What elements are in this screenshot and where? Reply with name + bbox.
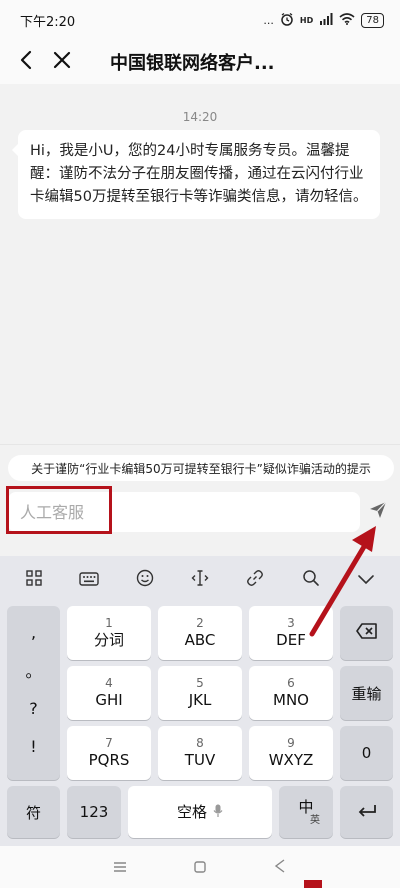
send-button[interactable] xyxy=(366,500,390,524)
menu-icon xyxy=(113,858,127,877)
close-button[interactable] xyxy=(44,40,80,84)
key-5[interactable]: 5 JKL xyxy=(158,666,242,720)
punct-comma[interactable]: , xyxy=(7,614,60,650)
cursor-move-icon xyxy=(191,569,209,591)
key-label: DEF xyxy=(276,631,306,649)
send-icon xyxy=(368,500,388,524)
emoji-button[interactable] xyxy=(130,565,160,595)
message-input[interactable] xyxy=(8,492,360,532)
status-bar: 下午2:20 ... HD 78 xyxy=(0,0,400,40)
key-label: GHI xyxy=(95,691,123,709)
key-number: 6 xyxy=(287,676,295,690)
network-icon xyxy=(319,12,333,28)
back-nav-button[interactable] xyxy=(265,852,295,882)
space-key[interactable]: 空格 xyxy=(128,786,272,838)
punct-exclaim[interactable]: ! xyxy=(7,728,60,764)
enter-key[interactable] xyxy=(340,786,393,838)
key-1[interactable]: 1 分词 xyxy=(67,606,151,660)
key-label: TUV xyxy=(184,751,216,769)
language-switch-key[interactable]: 中 英 xyxy=(279,786,333,838)
chevron-down-icon xyxy=(357,571,375,590)
key-number: 3 xyxy=(287,616,295,630)
cursor-button[interactable] xyxy=(185,565,215,595)
reenter-key[interactable]: 重输 xyxy=(340,666,393,720)
key-4[interactable]: 4 GHI xyxy=(67,666,151,720)
numbers-key[interactable]: 123 xyxy=(67,786,121,838)
key-7[interactable]: 7 PQRS xyxy=(67,726,151,780)
symbol-key[interactable]: 符 xyxy=(7,786,60,838)
fraud-notice-link[interactable]: 关于谨防“行业卡编辑50万可提转至银行卡”疑似诈骗活动的提示 xyxy=(8,455,394,481)
key-label: WXYZ xyxy=(268,751,314,769)
key-number: 8 xyxy=(196,736,204,750)
link-icon xyxy=(246,569,264,591)
lang-sub-label: 英 xyxy=(310,815,320,826)
key-number: 2 xyxy=(196,616,204,630)
collapse-keyboard-button[interactable] xyxy=(351,565,381,595)
message-input-box xyxy=(8,492,360,532)
key-label: JKL xyxy=(188,691,212,709)
home-nav-button[interactable] xyxy=(185,852,215,882)
punct-period[interactable]: 。 xyxy=(7,652,60,688)
key-label: MNO xyxy=(273,691,309,709)
status-icons: ... HD 78 xyxy=(263,12,384,29)
notice-strip: 关于谨防“行业卡编辑50万可提转至银行卡”疑似诈骗活动的提示 xyxy=(0,444,400,486)
grid-menu-button[interactable] xyxy=(19,565,49,595)
backspace-icon xyxy=(355,623,378,643)
nav-bar: 中国银联网络客户... xyxy=(0,40,400,84)
punct-question[interactable]: ? xyxy=(7,690,60,726)
chevron-left-icon xyxy=(18,50,34,74)
triangle-back-icon xyxy=(274,858,286,877)
search-icon xyxy=(302,569,320,591)
wifi-icon xyxy=(339,12,355,28)
system-nav-bar xyxy=(0,846,400,888)
key-number: 7 xyxy=(105,736,113,750)
microphone-icon xyxy=(213,803,223,822)
key-6[interactable]: 6 MNO xyxy=(249,666,333,720)
zero-key[interactable]: 0 xyxy=(340,726,393,780)
key-2[interactable]: 2 ABC xyxy=(158,606,242,660)
key-label: PQRS xyxy=(88,751,130,769)
back-button[interactable] xyxy=(8,40,44,84)
battery-level: 78 xyxy=(361,12,384,28)
key-label: ABC xyxy=(184,631,216,649)
chat-timestamp: 14:20 xyxy=(182,110,218,124)
key-label: 分词 xyxy=(93,631,124,649)
backspace-key[interactable] xyxy=(340,606,393,660)
grid-icon xyxy=(26,570,42,590)
key-3[interactable]: 3 DEF xyxy=(249,606,333,660)
square-icon xyxy=(194,858,206,877)
keyboard-icon xyxy=(79,571,99,590)
punctuation-column: , 。 ? ! xyxy=(7,606,60,780)
chat-area: 14:20 Hi，我是小U，您的24小时专属服务专员。温馨提醒：谨防不法分子在朋… xyxy=(0,84,400,444)
keyboard-layout-button[interactable] xyxy=(74,565,104,595)
signal-dots: ... xyxy=(263,13,274,27)
alarm-icon xyxy=(280,12,294,29)
key-9[interactable]: 9 WXYZ xyxy=(249,726,333,780)
clipboard-button[interactable] xyxy=(240,565,270,595)
menu-nav-button[interactable] xyxy=(105,852,135,882)
key-8[interactable]: 8 TUV xyxy=(158,726,242,780)
page-title: 中国银联网络客户... xyxy=(110,53,275,74)
message-bubble: Hi，我是小U，您的24小时专属服务专员。温馨提醒：谨防不法分子在朋友圈传播，通… xyxy=(12,130,380,219)
hd-icon: HD xyxy=(299,15,314,25)
space-label: 空格 xyxy=(176,803,207,821)
key-number: 4 xyxy=(105,676,113,690)
keyboard-toolbar xyxy=(0,556,400,604)
enter-icon xyxy=(357,803,377,822)
status-time: 下午2:20 xyxy=(20,14,76,30)
input-row xyxy=(0,486,400,556)
key-number: 5 xyxy=(196,676,204,690)
key-number: 1 xyxy=(105,616,113,630)
close-icon xyxy=(53,51,71,73)
search-button[interactable] xyxy=(296,565,326,595)
key-number: 9 xyxy=(287,736,295,750)
lang-main-label: 中 xyxy=(298,798,314,816)
emoji-icon xyxy=(136,569,154,591)
